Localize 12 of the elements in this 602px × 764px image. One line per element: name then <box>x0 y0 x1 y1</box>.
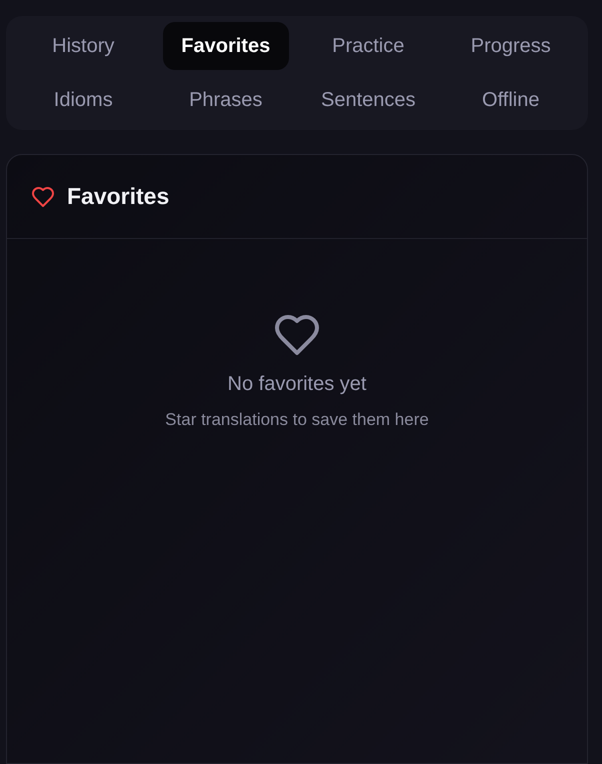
tab[interactable]: Sentences <box>305 76 432 124</box>
tab[interactable]: Practice <box>305 22 432 70</box>
empty-hint: Star translations to save them here <box>165 409 429 431</box>
tab[interactable]: Phrases <box>162 76 289 124</box>
empty-title: No favorites yet <box>228 372 366 397</box>
tab[interactable]: Favorites <box>162 22 289 70</box>
heart-icon <box>31 184 55 208</box>
tab[interactable]: Progress <box>448 22 574 70</box>
tab[interactable]: Idioms <box>20 76 146 124</box>
tab[interactable]: Offline <box>448 76 574 124</box>
tab[interactable]: History <box>20 22 146 70</box>
panel-title: Favorites <box>67 182 170 212</box>
